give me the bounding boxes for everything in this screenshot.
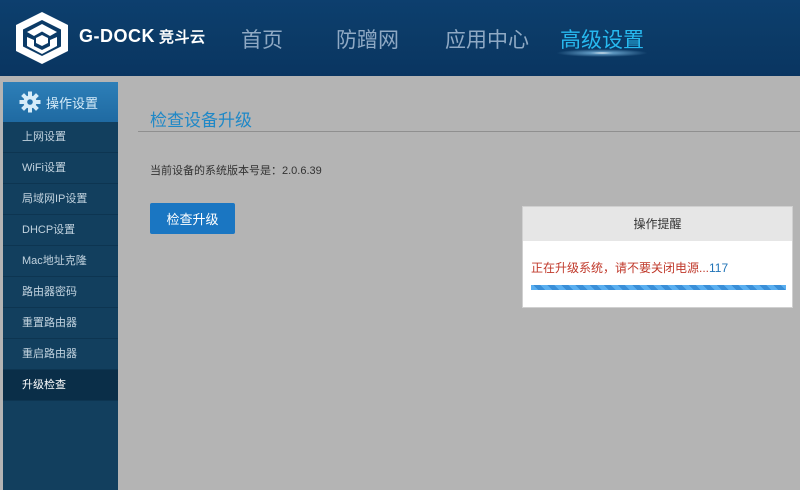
dialog-message: 正在升级系统，请不要关闭电源...117 — [531, 259, 728, 276]
sidebar-item-upgrade-check[interactable]: 升级检查 — [3, 370, 118, 401]
brand-chinese: 竞斗云 — [159, 29, 206, 46]
gdock-logo-icon — [16, 12, 68, 64]
sidebar-item-internet-settings[interactable]: 上网设置 — [3, 122, 118, 153]
sidebar-item-lan-ip-settings[interactable]: 局域网IP设置 — [3, 184, 118, 215]
top-header: G-DOCK 竞斗云 首页 防蹭网 应用中心 高级设置 — [0, 0, 800, 76]
sidebar-item-reboot-router[interactable]: 重启路由器 — [3, 339, 118, 370]
nav-home[interactable]: 首页 — [241, 24, 283, 54]
sidebar-item-router-password[interactable]: 路由器密码 — [3, 277, 118, 308]
sidebar-title: 操作设置 — [46, 95, 99, 111]
sidebar-item-reset-router[interactable]: 重置路由器 — [3, 308, 118, 339]
sidebar: 操作设置 上网设置 WiFi设置 局域网IP设置 DHCP设置 Mac地址克隆 … — [3, 82, 118, 490]
sidebar-header: 操作设置 — [3, 82, 118, 122]
upgrade-progress-bar — [531, 285, 786, 290]
countdown-seconds: 117 — [709, 261, 729, 275]
brand-latin: G-DOCK — [79, 26, 155, 46]
upgrade-warning-text: 正在升级系统，请不要关闭电源... — [531, 261, 710, 275]
page-title: 检查设备升级 — [150, 111, 252, 130]
progress-bar-fill — [531, 285, 786, 290]
firmware-version-text: 当前设备的系统版本号是：2.0.6.39 — [150, 165, 322, 177]
brand-name: G-DOCK 竞斗云 — [79, 26, 206, 47]
gear-icon — [19, 91, 41, 113]
title-divider — [138, 131, 800, 132]
sidebar-item-wifi-settings[interactable]: WiFi设置 — [3, 153, 118, 184]
nav-anti-leech[interactable]: 防蹭网 — [336, 24, 399, 54]
dialog-title: 操作提醒 — [523, 207, 792, 241]
upgrade-progress-dialog: 操作提醒 正在升级系统，请不要关闭电源...117 — [522, 206, 793, 308]
sidebar-item-dhcp-settings[interactable]: DHCP设置 — [3, 215, 118, 246]
sidebar-item-mac-clone[interactable]: Mac地址克隆 — [3, 246, 118, 277]
nav-app-center[interactable]: 应用中心 — [445, 24, 529, 54]
nav-active-indicator — [556, 49, 648, 57]
check-upgrade-button[interactable]: 检查升级 — [150, 203, 235, 234]
